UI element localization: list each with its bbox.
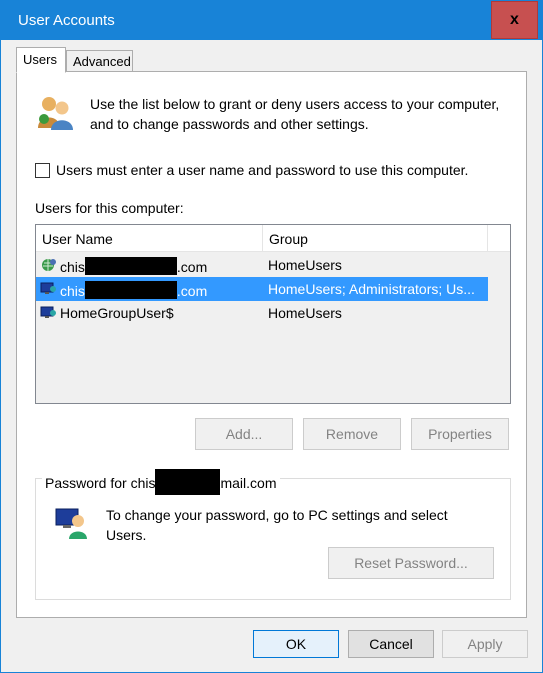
cancel-button[interactable]: Cancel: [348, 630, 434, 658]
user-name-suffix: .com: [176, 283, 208, 299]
require-password-label[interactable]: Users must enter a user name and passwor…: [56, 162, 468, 178]
user-group: HomeUsers: [268, 305, 342, 321]
user-name-suffix: .com: [176, 259, 208, 275]
password-group-label: Password for chis mail.com: [42, 469, 280, 495]
tab-users[interactable]: Users: [16, 47, 66, 73]
redaction-block: [155, 469, 221, 495]
intro-text: Use the list below to grant or deny user…: [90, 96, 500, 132]
user-group: HomeUsers: [268, 257, 342, 273]
table-row[interactable]: chis .com HomeUsers; Administrators; Us..…: [36, 277, 488, 301]
user-name-prefix: chis: [60, 283, 85, 299]
user-group: HomeUsers; Administrators; Us...: [268, 281, 475, 297]
users-listview[interactable]: User Name Group chis .com HomeUsers chis…: [35, 224, 511, 404]
users-tab-panel: Use the list below to grant or deny user…: [16, 71, 527, 618]
window-title: User Accounts: [18, 12, 115, 29]
tab-advanced-label: Advanced: [73, 54, 131, 69]
apply-button[interactable]: Apply: [442, 630, 528, 658]
users-list-label: Users for this computer:: [35, 200, 184, 216]
close-button[interactable]: x: [491, 1, 538, 39]
user-name-prefix: chis: [60, 259, 85, 275]
redaction-block: [84, 281, 177, 299]
properties-button[interactable]: Properties: [411, 418, 509, 450]
require-password-checkbox[interactable]: [35, 162, 50, 178]
user-accounts-window: User Accounts x Users Advanced Use the l…: [0, 0, 543, 673]
password-label-prefix: Password for chis: [45, 475, 156, 491]
user-monitor-icon: [55, 508, 87, 539]
list-header: User Name Group: [36, 225, 510, 252]
user-monitor-icon: [40, 306, 56, 318]
tab-advanced[interactable]: Advanced: [66, 50, 133, 73]
user-name: HomeGroupUser$: [60, 305, 174, 321]
title-bar[interactable]: User Accounts: [1, 1, 542, 40]
password-label-suffix: mail.com: [220, 475, 277, 491]
column-header-group[interactable]: Group: [263, 225, 488, 252]
tab-users-label: Users: [23, 52, 57, 67]
user-monitor-icon: [40, 282, 56, 294]
table-row[interactable]: chis .com HomeUsers: [36, 253, 488, 277]
password-instructions: To change your password, go to PC settin…: [106, 507, 448, 543]
table-row[interactable]: HomeGroupUser$ HomeUsers: [36, 301, 488, 325]
list-rows: chis .com HomeUsers chis .com HomeUsers; A…: [36, 253, 510, 325]
user-globe-icon: [42, 259, 56, 271]
column-header-user-name[interactable]: User Name: [36, 225, 263, 252]
password-group-box: Password for chis mail.com To change your…: [35, 469, 511, 600]
reset-password-button[interactable]: Reset Password...: [328, 547, 494, 579]
add-button[interactable]: Add...: [195, 418, 293, 450]
close-icon: x: [510, 11, 519, 28]
redaction-block: [84, 257, 177, 275]
require-password-row[interactable]: Users must enter a user name and passwor…: [35, 162, 468, 178]
remove-button[interactable]: Remove: [303, 418, 401, 450]
users-icon: [38, 97, 73, 130]
ok-button[interactable]: OK: [253, 630, 339, 658]
